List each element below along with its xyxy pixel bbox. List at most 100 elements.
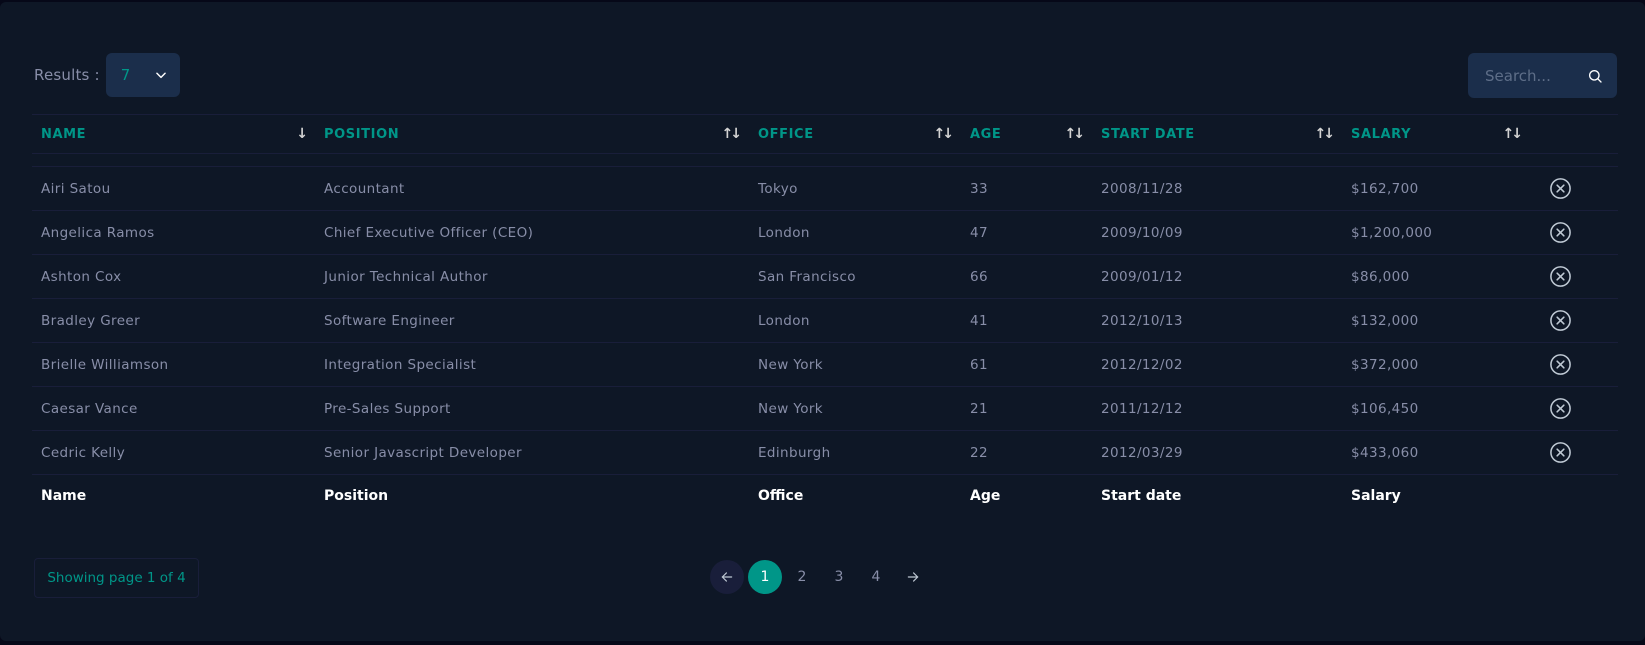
- cell-position: Chief Executive Officer (CEO): [324, 224, 534, 241]
- search-input[interactable]: [1483, 65, 1587, 86]
- cell-office: Edinburgh: [758, 444, 831, 461]
- table-footer-row: Name Position Office Age Start date Sala…: [32, 475, 1618, 517]
- x-circle-icon[interactable]: [1549, 309, 1572, 332]
- cell-start-date: 2009/10/09: [1101, 224, 1183, 241]
- column-header-office[interactable]: OFFICE ↑↓: [749, 115, 961, 153]
- sort-desc-icon[interactable]: ↓: [296, 126, 308, 142]
- column-header-name[interactable]: NAME ↓: [32, 115, 315, 153]
- cell-start-date: 2009/01/12: [1101, 268, 1183, 285]
- page-button-2[interactable]: 2: [785, 560, 819, 594]
- x-circle-icon[interactable]: [1549, 441, 1572, 464]
- table-row: Bradley Greer Software Engineer London 41 20…: [32, 299, 1618, 343]
- sort-icon[interactable]: ↑↓: [1315, 126, 1336, 142]
- search-box: [1468, 53, 1617, 98]
- results-label: Results :: [34, 66, 100, 84]
- column-header-action: [1530, 115, 1618, 153]
- x-circle-icon[interactable]: [1549, 397, 1572, 420]
- cell-salary: $1,200,000: [1351, 224, 1433, 241]
- cell-action: [1530, 343, 1618, 386]
- cell-name: Bradley Greer: [41, 312, 141, 329]
- cell-name: Caesar Vance: [41, 400, 138, 417]
- table-row: Caesar Vance Pre-Sales Support New York 21 2…: [32, 387, 1618, 431]
- table-header-row: NAME ↓ POSITION ↑↓ OFFICE ↑↓ AGE ↑↓ STAR…: [32, 114, 1618, 154]
- cell-position: Software Engineer: [324, 312, 455, 329]
- sort-icon[interactable]: ↑↓: [1065, 126, 1086, 142]
- cell-action: [1530, 167, 1618, 210]
- column-header-age[interactable]: AGE ↑↓: [961, 115, 1092, 153]
- cell-start-date: 2011/12/12: [1101, 400, 1183, 417]
- footer-age: Age: [970, 488, 1001, 504]
- cell-age: 41: [970, 312, 988, 329]
- sort-icon[interactable]: ↑↓: [1503, 126, 1524, 142]
- footer-salary: Salary: [1351, 488, 1401, 504]
- search-icon[interactable]: [1587, 66, 1603, 86]
- cell-salary: $162,700: [1351, 180, 1419, 197]
- footer-name: Name: [41, 488, 87, 504]
- cell-age: 66: [970, 268, 988, 285]
- prev-page-button[interactable]: [710, 560, 744, 594]
- cell-office: New York: [758, 356, 824, 373]
- results-control: Results : 7: [34, 53, 180, 97]
- cell-action: [1530, 431, 1618, 474]
- cell-start-date: 2012/12/02: [1101, 356, 1183, 373]
- pagination-info: Showing page 1 of 4: [34, 558, 199, 598]
- table-row: Ashton Cox Junior Technical Author San Fra…: [32, 255, 1618, 299]
- cell-start-date: 2008/11/28: [1101, 180, 1183, 197]
- cell-start-date: 2012/03/29: [1101, 444, 1183, 461]
- table-row: Cedric Kelly Senior Javascript Developer E…: [32, 431, 1618, 475]
- cell-action: [1530, 211, 1618, 254]
- cell-age: 22: [970, 444, 988, 461]
- page-button-3[interactable]: 3: [822, 560, 856, 594]
- table-panel: Results : 7 NAME ↓ POSITION ↑↓ OFFICE ↑↓…: [0, 2, 1645, 641]
- x-circle-icon[interactable]: [1549, 265, 1572, 288]
- cell-office: Tokyo: [758, 180, 798, 197]
- cell-start-date: 2012/10/13: [1101, 312, 1183, 329]
- cell-office: New York: [758, 400, 824, 417]
- arrow-right-icon: [907, 572, 919, 582]
- cell-position: Senior Javascript Developer: [324, 444, 522, 461]
- cell-name: Airi Satou: [41, 180, 111, 197]
- cell-position: Accountant: [324, 180, 405, 197]
- cell-name: Angelica Ramos: [41, 224, 155, 241]
- cell-position: Integration Specialist: [324, 356, 477, 373]
- column-header-start-date[interactable]: START DATE ↑↓: [1092, 115, 1342, 153]
- results-per-page-select[interactable]: 7: [105, 53, 180, 97]
- cell-age: 21: [970, 400, 988, 417]
- page-button-1[interactable]: 1: [748, 560, 782, 594]
- sort-icon[interactable]: ↑↓: [934, 126, 955, 142]
- cell-age: 33: [970, 180, 988, 197]
- cell-office: San Francisco: [758, 268, 856, 285]
- column-header-position[interactable]: POSITION ↑↓: [315, 115, 749, 153]
- table-row: Angelica Ramos Chief Executive Officer (C…: [32, 211, 1618, 255]
- cell-salary: $433,060: [1351, 444, 1419, 461]
- data-table: NAME ↓ POSITION ↑↓ OFFICE ↑↓ AGE ↑↓ STAR…: [32, 114, 1618, 517]
- table-row: Brielle Williamson Integration Specialist…: [32, 343, 1618, 387]
- table-row: Airi Satou Accountant Tokyo 33 2008/11/28 $16…: [32, 167, 1618, 211]
- cell-salary: $372,000: [1351, 356, 1419, 373]
- cell-age: 47: [970, 224, 988, 241]
- cell-name: Brielle Williamson: [41, 356, 169, 373]
- cell-action: [1530, 299, 1618, 342]
- cell-action: [1530, 387, 1618, 430]
- cell-name: Cedric Kelly: [41, 444, 126, 461]
- page-button-4[interactable]: 4: [859, 560, 893, 594]
- cell-age: 61: [970, 356, 988, 373]
- chevron-down-icon: [155, 72, 166, 79]
- header-spacer: [32, 154, 1618, 167]
- arrow-left-icon: [721, 572, 733, 582]
- results-select-value: 7: [120, 66, 131, 84]
- cell-position: Junior Technical Author: [324, 268, 488, 285]
- x-circle-icon[interactable]: [1549, 353, 1572, 376]
- footer-office: Office: [758, 488, 804, 504]
- column-header-salary[interactable]: SALARY ↑↓: [1342, 115, 1530, 153]
- next-page-button[interactable]: [896, 560, 930, 594]
- sort-icon[interactable]: ↑↓: [722, 126, 743, 142]
- cell-salary: $106,450: [1351, 400, 1419, 417]
- footer-start-date: Start date: [1101, 488, 1182, 504]
- footer-action: [1530, 475, 1618, 517]
- pagination: 1234: [710, 560, 933, 594]
- x-circle-icon[interactable]: [1549, 177, 1572, 200]
- x-circle-icon[interactable]: [1549, 221, 1572, 244]
- cell-name: Ashton Cox: [41, 268, 122, 285]
- cell-salary: $86,000: [1351, 268, 1410, 285]
